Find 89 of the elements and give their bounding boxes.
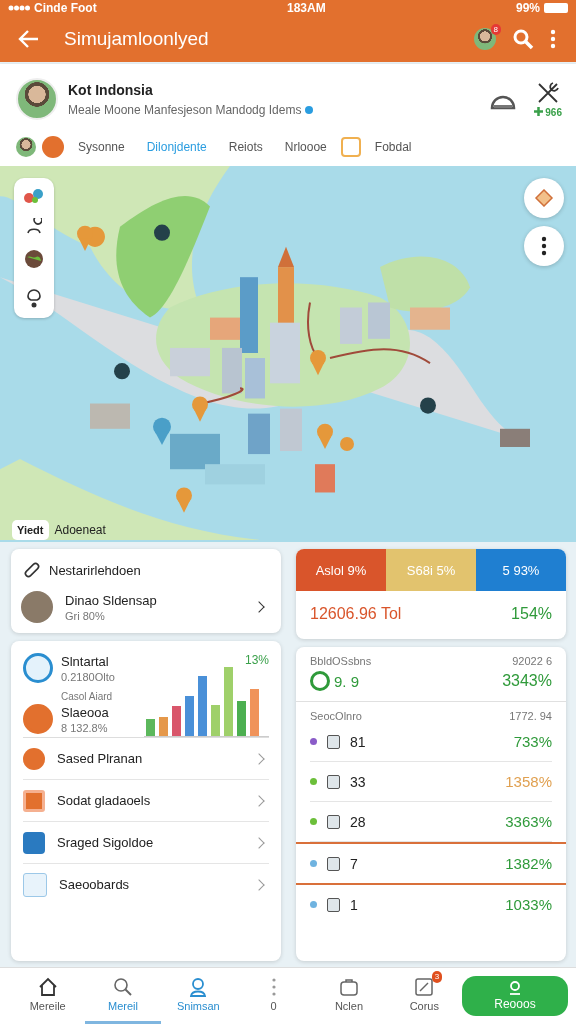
device-icon xyxy=(327,734,340,749)
note-icon xyxy=(414,977,435,997)
menu-item[interactable]: Sraged Sigoldoe xyxy=(23,822,269,864)
diamond-icon xyxy=(534,189,554,207)
header-value: 92022 6 xyxy=(512,655,552,667)
more-icon xyxy=(271,977,276,997)
device-icon xyxy=(327,814,340,829)
home-icon xyxy=(37,977,58,997)
device-icon xyxy=(327,774,340,789)
notification-badge: 3 xyxy=(431,971,443,983)
row-label: 1 xyxy=(350,896,359,913)
carrier-name: Cinde Foot xyxy=(34,1,97,15)
square-icon xyxy=(23,789,45,812)
search-icon xyxy=(113,977,133,997)
nav-item[interactable]: Mereile xyxy=(10,968,86,1024)
card-title: BbldOSsbns xyxy=(310,655,372,667)
profile-name: Kot Indonsia xyxy=(68,81,154,98)
frame-icon xyxy=(340,137,361,157)
photo-placeholder xyxy=(21,591,53,623)
stat-title: Slaeooa xyxy=(61,704,110,720)
tab[interactable]: Fobdal xyxy=(366,136,420,158)
section-title: Adoeneat xyxy=(54,523,106,537)
nav-item[interactable]: 0 xyxy=(236,968,312,1024)
row-value: 1382% xyxy=(505,855,552,872)
place-item[interactable]: Dinao Sldensap Gri 80% xyxy=(11,579,281,633)
menu-item[interactable]: Sodat gladaoels xyxy=(23,780,269,822)
segment-label: 5 93% xyxy=(476,549,566,591)
stat-title: Slntartal xyxy=(61,653,110,669)
menu-item[interactable]: Saeoobards xyxy=(23,864,269,905)
change-value: 154% xyxy=(511,605,552,623)
search-icon[interactable] xyxy=(512,28,534,50)
row-label: 33 xyxy=(350,773,367,790)
screen-title: Simujamloonlyed xyxy=(64,28,210,50)
stat-value: 8 132.8% xyxy=(61,721,109,734)
nav-item[interactable]: 3 Corus xyxy=(386,968,462,1024)
device-icon xyxy=(327,856,340,871)
status-time: 183AM xyxy=(286,1,326,15)
plus-icon xyxy=(534,106,544,116)
nav-item[interactable]: Nclen xyxy=(311,968,387,1024)
section-title: SeocOlnro xyxy=(310,710,362,722)
tab[interactable]: Nrloooe xyxy=(276,136,335,158)
stat-icon xyxy=(23,704,53,734)
row-value: 733% xyxy=(513,733,552,750)
notification-badge: 8 xyxy=(490,24,501,35)
total-value: 12606.96 Tol xyxy=(310,605,402,623)
segment-label: S68i 5% xyxy=(386,549,476,591)
segment-label: Aslol 9% xyxy=(296,549,386,591)
device-icon xyxy=(327,897,340,912)
nav-item[interactable]: Mereil xyxy=(85,968,161,1024)
row-value: 1358% xyxy=(505,773,552,790)
section-badge: Yiedt xyxy=(12,520,49,540)
profile-avatar xyxy=(16,78,58,120)
stat-value: 966 xyxy=(545,106,562,118)
tile-icon xyxy=(23,831,45,854)
more-icon[interactable] xyxy=(550,29,556,49)
link-icon xyxy=(23,561,41,579)
card-title: Nestarirlehdoen xyxy=(49,562,141,578)
more-icon xyxy=(541,236,547,256)
menu-item[interactable]: Sased Plranan xyxy=(23,738,269,780)
tab[interactable]: Sysonne xyxy=(70,136,133,158)
globe-icon[interactable] xyxy=(23,248,45,270)
section-value: 1772. 94 xyxy=(509,710,552,722)
avatar[interactable] xyxy=(474,28,496,50)
status-icon xyxy=(310,671,330,691)
stat-value: 0.2180Olto xyxy=(61,670,116,683)
main-change: 3343% xyxy=(502,672,552,690)
layers-icon[interactable] xyxy=(23,188,45,204)
profile-subtitle: Meale Moone Manfesjeson Mandodg Idems xyxy=(68,102,302,117)
back-icon[interactable] xyxy=(18,28,40,50)
place-name: Dinao Sldensap xyxy=(65,592,158,608)
main-value: 9. 9 xyxy=(334,672,360,690)
stat-caption: Casol Aiard xyxy=(61,691,114,702)
bag-icon xyxy=(338,977,359,997)
tab-icon[interactable] xyxy=(42,136,64,158)
row-value: 1033% xyxy=(505,896,552,913)
battery-percent: 99% xyxy=(515,1,540,15)
stat-icon xyxy=(23,653,53,683)
place-detail: Gri 80% xyxy=(65,609,106,622)
avatar xyxy=(16,137,36,157)
chart-value: 13% xyxy=(244,653,269,667)
tab[interactable]: Reiots xyxy=(220,136,271,158)
tools-icon[interactable] xyxy=(535,80,562,105)
row-value: 3363% xyxy=(505,813,552,830)
battery-icon xyxy=(544,3,568,13)
row-label: 28 xyxy=(350,813,367,830)
row-label: 81 xyxy=(350,733,367,750)
signal-icon xyxy=(8,5,30,11)
row-label: 7 xyxy=(350,855,359,872)
nav-item[interactable]: Snimsan xyxy=(160,968,236,1024)
